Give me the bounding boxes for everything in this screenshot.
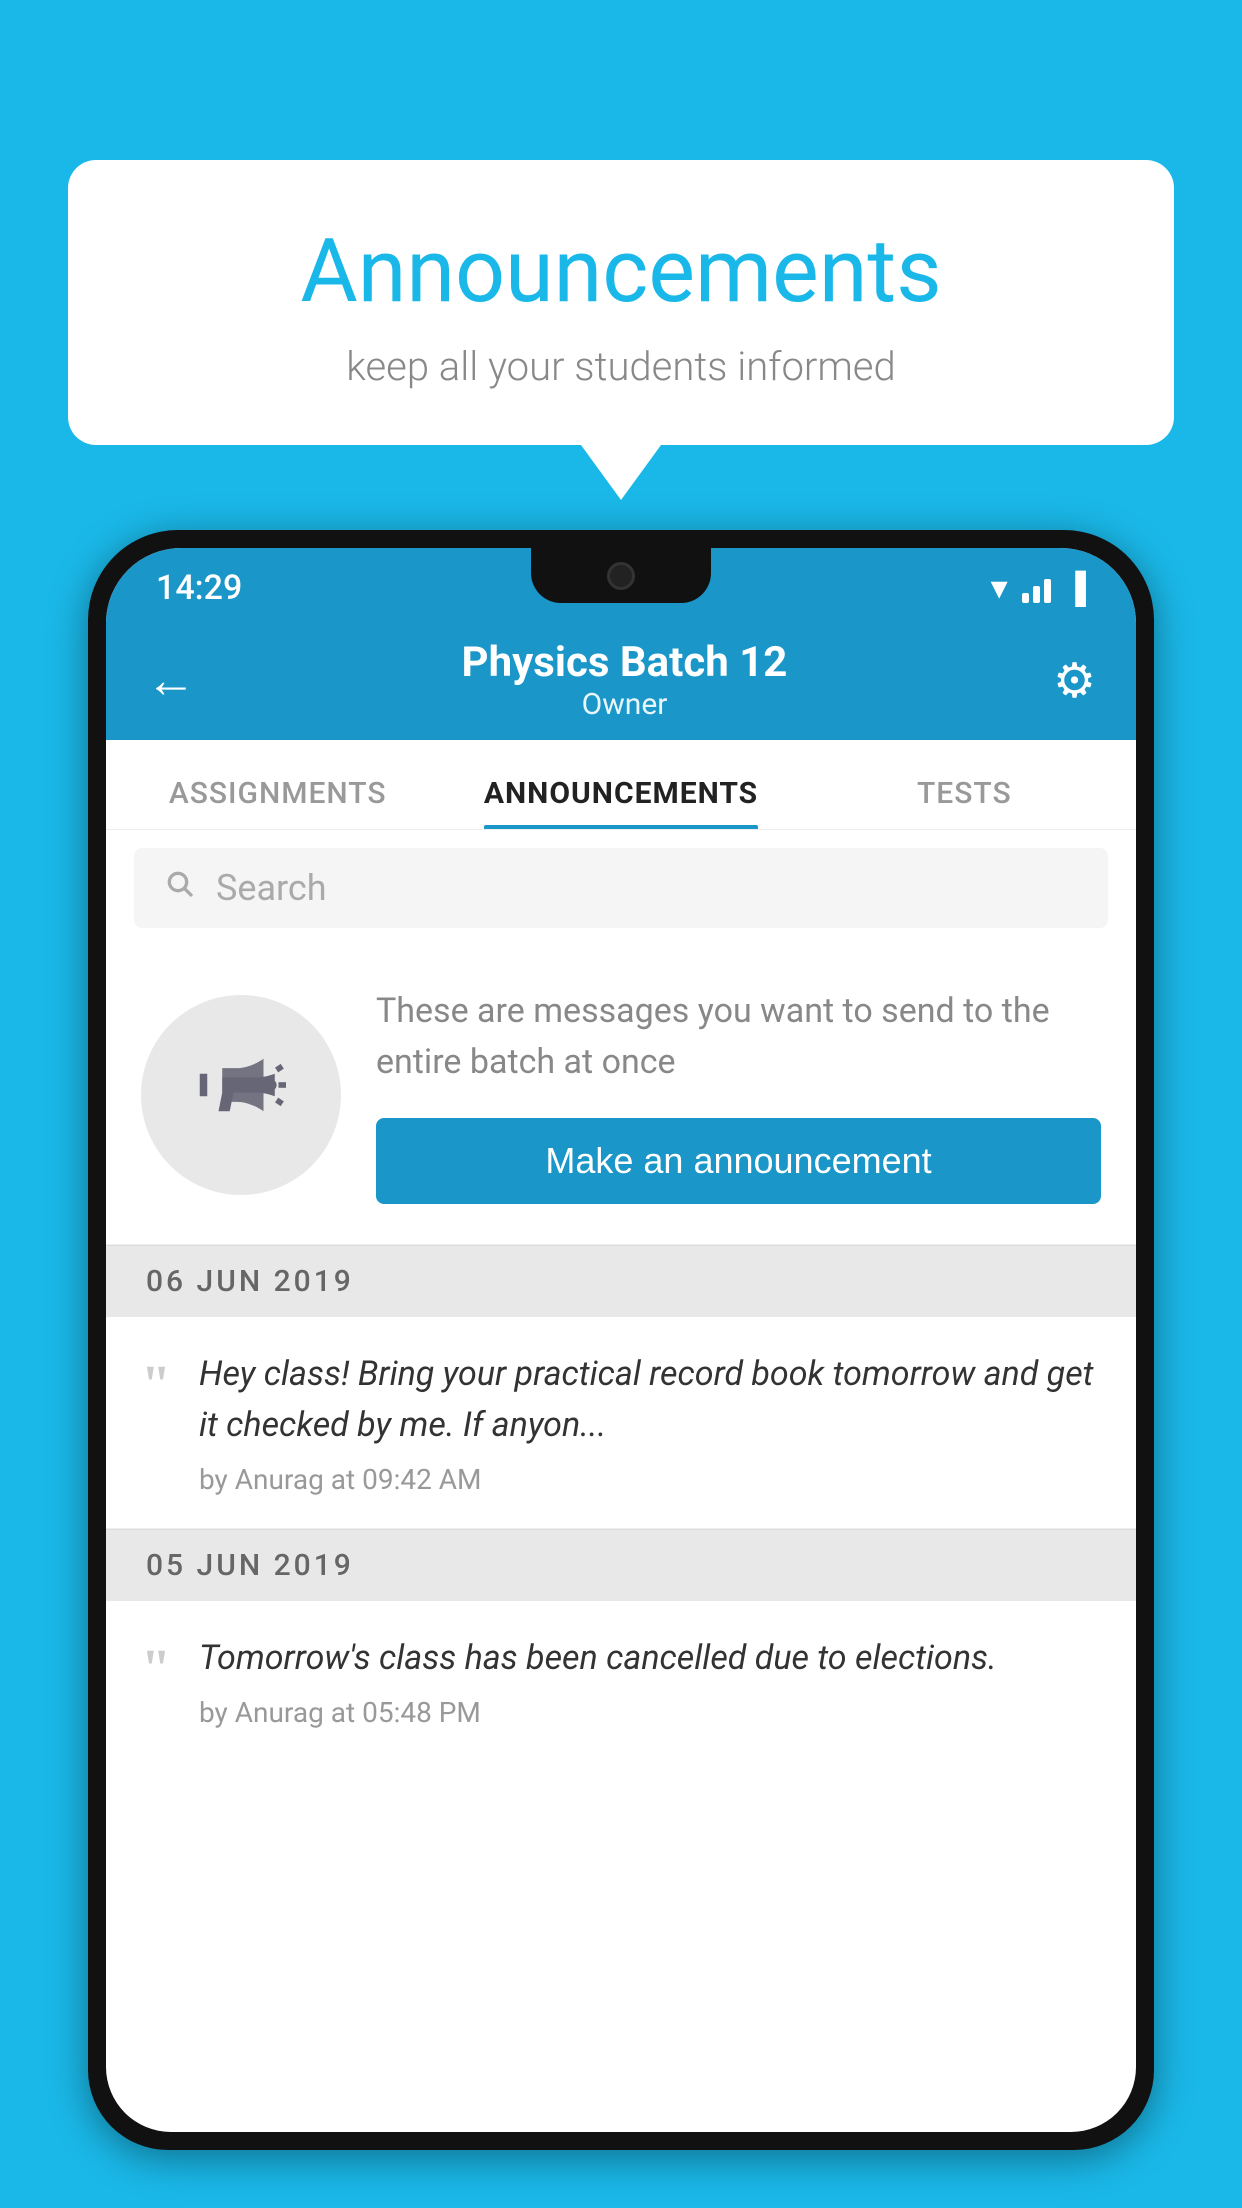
message-content-1: Hey class! Bring your practical record b… — [199, 1349, 1101, 1496]
status-time: 14:29 — [156, 568, 242, 608]
signal-icon — [1022, 573, 1051, 603]
wifi-icon: ▾ — [991, 568, 1008, 608]
make-announcement-button[interactable]: Make an announcement — [376, 1118, 1101, 1204]
phone-screen: 14:29 ▾ ▐ ← Physics Batch 12 Owner — [106, 548, 1136, 2132]
tab-tests[interactable]: TESTS — [793, 776, 1136, 829]
search-bar[interactable]: Search — [134, 848, 1108, 928]
speech-bubble-section: Announcements keep all your students inf… — [68, 160, 1174, 500]
search-icon — [164, 867, 196, 909]
speech-bubble: Announcements keep all your students inf… — [68, 160, 1174, 445]
batch-role: Owner — [226, 687, 1023, 722]
camera — [607, 562, 635, 590]
announcement-empty-state: These are messages you want to send to t… — [106, 946, 1136, 1245]
speech-bubble-tail — [581, 445, 661, 500]
announcement-description: These are messages you want to send to t… — [376, 986, 1101, 1088]
phone-notch — [531, 548, 711, 603]
tab-bar: ASSIGNMENTS ANNOUNCEMENTS TESTS — [106, 740, 1136, 830]
megaphone-icon — [196, 1040, 286, 1150]
settings-icon[interactable]: ⚙ — [1053, 652, 1096, 709]
search-placeholder: Search — [216, 867, 327, 909]
status-icons: ▾ ▐ — [991, 568, 1086, 608]
announcement-cta-right: These are messages you want to send to t… — [376, 986, 1101, 1204]
phone-frame: 14:29 ▾ ▐ ← Physics Batch 12 Owner — [88, 530, 1154, 2208]
battery-icon: ▐ — [1065, 571, 1086, 606]
phone-outer: 14:29 ▾ ▐ ← Physics Batch 12 Owner — [88, 530, 1154, 2150]
app-title: Announcements — [128, 220, 1114, 323]
app-bar: ← Physics Batch 12 Owner ⚙ — [106, 620, 1136, 740]
megaphone-circle — [141, 995, 341, 1195]
app-bar-title-section: Physics Batch 12 Owner — [226, 638, 1023, 722]
message-text-2: Tomorrow's class has been cancelled due … — [199, 1633, 1101, 1684]
message-item-2[interactable]: " Tomorrow's class has been cancelled du… — [106, 1601, 1136, 1761]
quote-icon-1: " — [141, 1357, 171, 1411]
message-item-1[interactable]: " Hey class! Bring your practical record… — [106, 1317, 1136, 1529]
tab-announcements[interactable]: ANNOUNCEMENTS — [449, 776, 792, 829]
date-separator-1: 06 JUN 2019 — [106, 1245, 1136, 1317]
message-content-2: Tomorrow's class has been cancelled due … — [199, 1633, 1101, 1729]
message-meta-1: by Anurag at 09:42 AM — [199, 1463, 1101, 1496]
message-text-1: Hey class! Bring your practical record b… — [199, 1349, 1101, 1451]
date-separator-2: 05 JUN 2019 — [106, 1529, 1136, 1601]
search-container: Search — [106, 830, 1136, 946]
tab-assignments[interactable]: ASSIGNMENTS — [106, 776, 449, 829]
quote-icon-2: " — [141, 1641, 171, 1695]
message-meta-2: by Anurag at 05:48 PM — [199, 1696, 1101, 1729]
app-subtitle: keep all your students informed — [128, 343, 1114, 390]
back-button[interactable]: ← — [146, 651, 196, 710]
batch-name: Physics Batch 12 — [226, 638, 1023, 687]
